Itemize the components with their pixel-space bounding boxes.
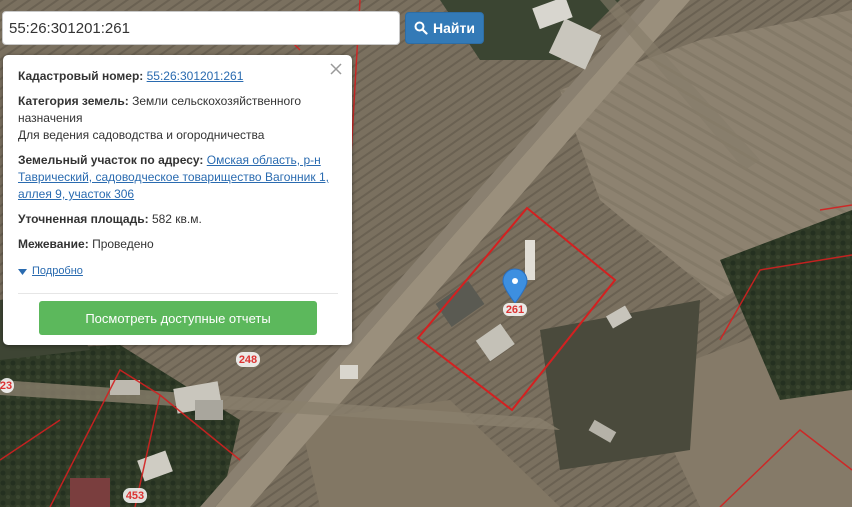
area-value: 582 кв.м. (151, 212, 202, 226)
area-label: Уточненная площадь: (18, 212, 149, 226)
search-button-label: Найти (433, 20, 475, 36)
land-category-row: Категория земель: Земли сельскохозяйстве… (18, 93, 338, 144)
land-use-value: Для ведения садоводства и огородничества (18, 128, 265, 142)
details-toggle[interactable]: Подробно (18, 263, 338, 280)
plot-label-453: 453 (126, 490, 144, 502)
view-reports-button[interactable]: Посмотреть доступные отчеты (39, 301, 317, 335)
cadastral-search-input[interactable] (3, 12, 399, 44)
details-toggle-label: Подробно (32, 265, 83, 277)
popup-divider (18, 293, 338, 294)
cadastral-number-link[interactable]: 55:26:301201:261 (147, 69, 244, 83)
plot-label-23: 23 (0, 380, 12, 392)
search-bar[interactable] (2, 11, 400, 45)
address-row: Земельный участок по адресу: Омская обла… (18, 152, 338, 203)
building (525, 240, 535, 280)
search-icon (414, 21, 428, 35)
vegetation-area (540, 300, 700, 470)
building (195, 400, 223, 420)
close-icon[interactable] (328, 61, 344, 77)
land-category-label: Категория земель: (18, 94, 129, 108)
cadastral-number-label: Кадастровый номер: (18, 69, 144, 83)
search-button[interactable]: Найти (405, 12, 484, 44)
caret-down-icon (18, 268, 27, 275)
survey-row: Межевание: Проведено (18, 236, 338, 253)
address-label: Земельный участок по адресу: (18, 153, 204, 167)
survey-value: Проведено (92, 237, 154, 251)
marker-label: 261 (506, 304, 524, 316)
survey-label: Межевание: (18, 237, 89, 251)
plot-info-popup: Кадастровый номер: 55:26:301201:261 Кате… (3, 55, 352, 345)
view-reports-label: Посмотреть доступные отчеты (85, 310, 271, 326)
building (70, 478, 110, 507)
area-row: Уточненная площадь: 582 кв.м. (18, 211, 338, 228)
plot-label-248: 248 (239, 354, 257, 366)
cadastral-number-row: Кадастровый номер: 55:26:301201:261 (18, 68, 338, 85)
building (340, 365, 358, 379)
